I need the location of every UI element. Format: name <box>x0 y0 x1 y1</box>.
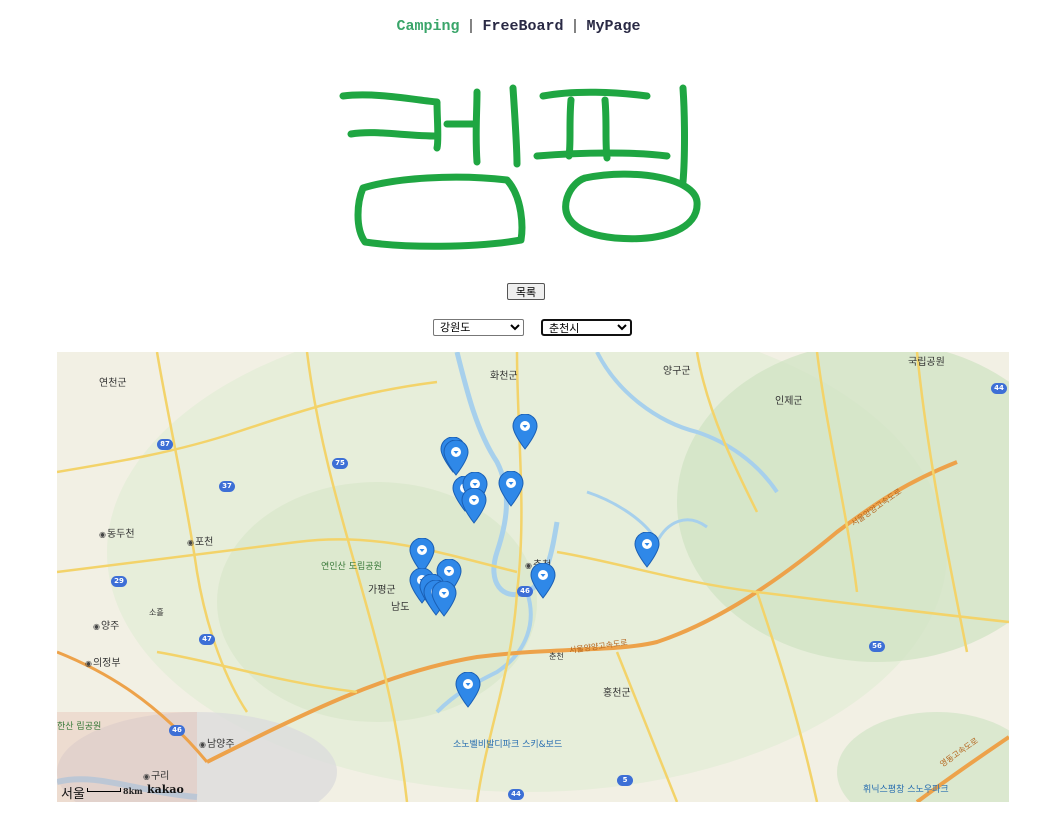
map-label-hwacheon: 화천군 <box>490 371 518 382</box>
map-label-uijeongbu: 의정부 <box>85 654 121 669</box>
list-button[interactable]: 목록 <box>507 283 545 300</box>
campsite-marker[interactable] <box>443 440 469 476</box>
campsite-marker[interactable] <box>634 532 660 568</box>
map-label-dongducheon: 동두천 <box>99 525 135 540</box>
province-select[interactable]: 강원도 <box>433 319 524 336</box>
map-label-yangju: 양주 <box>93 617 119 632</box>
campsite-marker[interactable] <box>512 414 538 450</box>
map-label-bukhan-park: 한산 립공원 <box>57 722 102 732</box>
kakao-logo[interactable]: kakao <box>147 783 184 796</box>
top-nav: Camping | FreeBoard | MyPage <box>0 18 1037 35</box>
route-shield: 29 <box>111 576 127 587</box>
map-label-national-park: 국립공원 <box>908 357 945 368</box>
route-shield: 47 <box>199 634 215 645</box>
map-label-seoul: 서울 <box>61 787 85 802</box>
nav-freeboard-link[interactable]: FreeBoard <box>482 18 563 35</box>
camping-map[interactable]: 연천군 화천군 양구군 인제군 국립공원 동두천 포천 연인산 도립공원 가평군… <box>57 352 1009 802</box>
map-label-soheul: 소흘 <box>149 608 164 617</box>
route-shield: 56 <box>869 641 885 652</box>
map-scale-text: 8km <box>123 786 143 796</box>
nav-mypage-link[interactable]: MyPage <box>587 18 641 35</box>
map-label-yeoninsan-park: 연인산 도립공원 <box>321 562 382 572</box>
map-label-pocheon: 포천 <box>187 533 213 548</box>
map-label-vivaldi: 소노벨비발디파크 스키&보드 <box>453 740 563 750</box>
map-label-namdo: 남도 <box>391 602 410 613</box>
nav-separator: | <box>466 18 476 35</box>
route-shield: 46 <box>169 725 185 736</box>
map-label-yanggu: 양구군 <box>663 366 691 377</box>
map-label-gapyeong: 가평군 <box>368 585 396 596</box>
route-shield: 75 <box>332 458 348 469</box>
map-label-inje: 인제군 <box>775 396 803 407</box>
map-label-namyangju: 남양주 <box>199 735 235 750</box>
campsite-marker[interactable] <box>498 471 524 507</box>
map-label-yeoncheon: 연천군 <box>99 378 127 389</box>
campsite-marker[interactable] <box>431 581 457 617</box>
route-shield: 87 <box>157 439 173 450</box>
city-select[interactable]: 춘천시 <box>541 319 632 336</box>
camping-logo: 캠핑 <box>339 84 701 250</box>
route-shield: 37 <box>219 481 235 492</box>
map-label-guri: 구리 <box>143 767 169 782</box>
map-label-hongcheon: 홍천군 <box>603 688 631 699</box>
nav-separator: | <box>570 18 580 35</box>
map-scale-bar <box>87 788 121 792</box>
map-label-phoenix: 휘닉스평창 스노우파크 <box>863 785 949 795</box>
campsite-marker[interactable] <box>461 488 487 524</box>
route-shield: 44 <box>508 789 524 800</box>
campsite-marker[interactable] <box>530 563 556 599</box>
route-shield: 5 <box>617 775 633 786</box>
map-label-chuncheon-lower: 춘천 <box>549 652 564 661</box>
route-shield: 44 <box>991 383 1007 394</box>
campsite-marker[interactable] <box>455 672 481 708</box>
nav-camping-link[interactable]: Camping <box>396 18 459 35</box>
